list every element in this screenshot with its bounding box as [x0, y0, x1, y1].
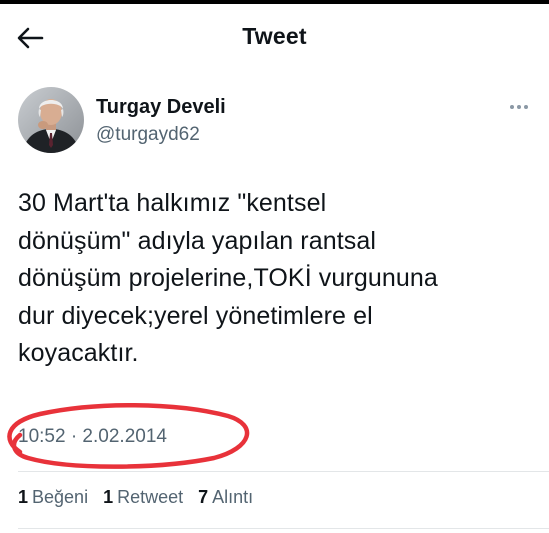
tweet-header: Tweet [0, 4, 549, 72]
retweets-stat[interactable]: 1 Retweet [103, 487, 183, 508]
likes-stat[interactable]: 1 Beğeni [18, 487, 88, 508]
avatar-image [18, 87, 84, 153]
page-title: Tweet [242, 23, 307, 49]
tweet-text: 30 Mart'ta halkımız "kentsel dönüşüm" ad… [18, 189, 438, 367]
divider [18, 528, 549, 529]
more-horizontal-icon [510, 105, 528, 109]
tweet-stats: 1 Beğeni 1 Retweet 7 Alıntı [18, 487, 253, 508]
author-handle[interactable]: @turgayd62 [96, 124, 200, 146]
quotes-stat[interactable]: 7 Alıntı [198, 487, 253, 508]
more-options-button[interactable] [504, 98, 534, 116]
avatar[interactable] [18, 87, 84, 153]
divider [18, 471, 549, 472]
tweet-timestamp[interactable]: 10:52 · 2.02.2014 [18, 426, 167, 448]
author-display-name[interactable]: Turgay Develi [96, 96, 226, 119]
